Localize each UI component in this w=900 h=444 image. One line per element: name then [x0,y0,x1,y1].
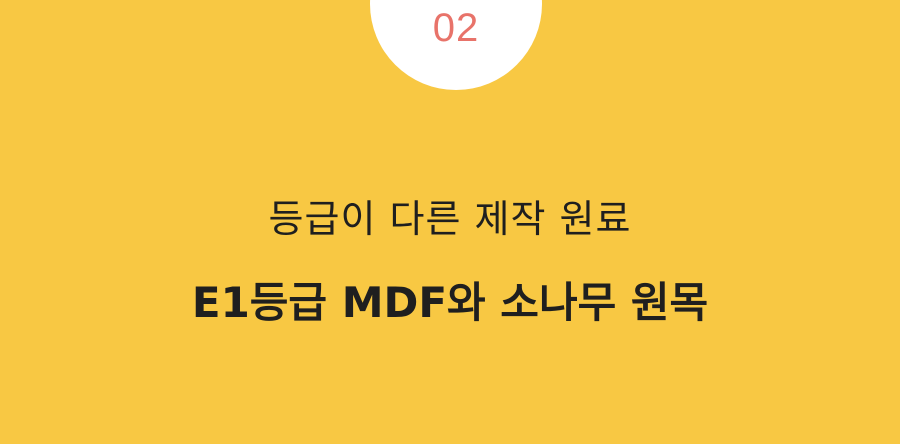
step-badge-circle: 02 [370,0,542,90]
headline-line-2: E1등급 MDF와 소나무 원목 [191,278,709,327]
step-number: 02 [432,6,480,50]
headline-line-1: 등급이 다른 제작 원료 [268,197,632,241]
